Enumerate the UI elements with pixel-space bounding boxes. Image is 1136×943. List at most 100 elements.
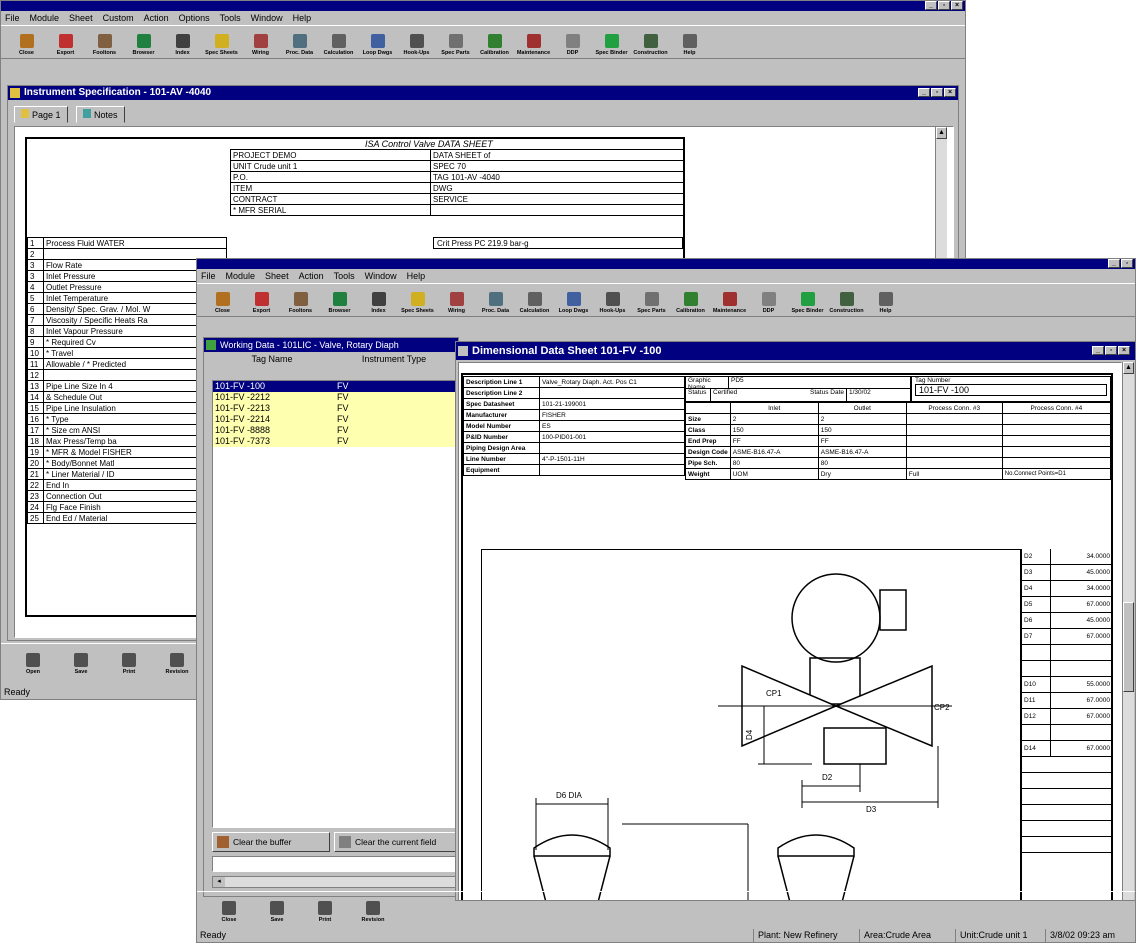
dds-field-value[interactable]: ES (539, 420, 685, 432)
process-conn-3-value[interactable] (905, 435, 1003, 447)
toolbar-index-button[interactable]: Index (163, 34, 202, 56)
spec-header-right[interactable] (430, 204, 685, 216)
working-data-input[interactable] (212, 856, 456, 872)
close-icon[interactable]: × (944, 88, 956, 97)
dimension-row[interactable]: D3 45.0000 (1022, 565, 1113, 581)
toolbar-wiring-button[interactable]: Wiring (437, 292, 476, 314)
toolbar-close-button[interactable]: Close (203, 292, 242, 314)
outlet-value[interactable]: FF (817, 435, 907, 447)
scroll-up-icon[interactable]: ▲ (1123, 362, 1134, 374)
revision-button[interactable]: Revision (351, 900, 395, 923)
menu-file[interactable]: File (5, 13, 20, 23)
dimension-row[interactable]: D5 67.0000 (1022, 597, 1113, 613)
spec-header-left[interactable]: PROJECT DEMO (230, 149, 431, 161)
spec-header-right[interactable]: SPEC 70 (430, 160, 685, 172)
toolbar-toolbox-button[interactable]: Fooltons (85, 34, 124, 56)
minimize-icon[interactable]: _ (925, 1, 937, 10)
dimension-row[interactable] (1022, 661, 1113, 677)
scroll-thumb[interactable] (1123, 602, 1134, 692)
toolbar-wiring-button[interactable]: Wiring (241, 34, 280, 56)
dds-field-value[interactable]: 101-21-199001 (539, 398, 685, 410)
menu-tools[interactable]: Tools (220, 13, 241, 23)
working-data-row[interactable]: 101-FV -2212 FV (213, 392, 455, 403)
toolbar-export-button[interactable]: Export (242, 292, 281, 314)
menu-module[interactable]: Module (226, 271, 256, 281)
outlet-value[interactable]: Dry (817, 468, 907, 480)
restore-icon[interactable]: ▫ (938, 1, 950, 10)
dds-field-value[interactable] (539, 387, 685, 399)
dimension-row[interactable] (1022, 645, 1113, 661)
menu-window[interactable]: Window (365, 271, 397, 281)
minimize-icon[interactable]: _ (1092, 346, 1104, 355)
inlet-value[interactable]: 150 (729, 424, 819, 436)
toolbar-construction-button[interactable]: Construction (827, 292, 866, 314)
outlet-value[interactable]: 150 (817, 424, 907, 436)
restore-icon[interactable]: ▫ (1105, 346, 1117, 355)
dds-field-value[interactable]: Valve_Rotary Diaph. Act. Pos C1 (539, 376, 685, 388)
print-button[interactable]: Print (107, 652, 151, 675)
menu-module[interactable]: Module (30, 13, 60, 23)
spec-header-right[interactable]: DWG (430, 182, 685, 194)
clear-field-button[interactable]: Clear the current field (334, 832, 456, 852)
toolbar-loop-drawings-button[interactable]: Loop Dwgs (554, 292, 593, 314)
toolbar-ddp-button[interactable]: DDP (749, 292, 788, 314)
toolbar-browser-button[interactable]: Browser (124, 34, 163, 56)
revision-button[interactable]: Revision (155, 652, 199, 675)
close-icon[interactable]: × (1118, 346, 1130, 355)
scroll-left-icon[interactable]: ◂ (213, 877, 225, 887)
process-conn-4-value[interactable] (1001, 457, 1112, 469)
dimension-row[interactable] (1022, 725, 1113, 741)
spec-header-left[interactable]: P.O. (230, 171, 431, 183)
open-button[interactable]: Open (11, 652, 55, 675)
menu-custom[interactable]: Custom (103, 13, 134, 23)
process-conn-3-value[interactable] (905, 424, 1003, 436)
spec-row-label[interactable]: Process Fluid WATER (43, 237, 227, 249)
toolbar-hook-ups-button[interactable]: Hook-Ups (593, 292, 632, 314)
toolbar-calculation-button[interactable]: Calculation (319, 34, 358, 56)
close-icon[interactable]: × (951, 1, 963, 10)
close-button[interactable]: Close (207, 900, 251, 923)
toolbar-spec-parts-button[interactable]: Spec Parts (436, 34, 475, 56)
toolbar-calculation-button[interactable]: Calculation (515, 292, 554, 314)
inlet-value[interactable]: ASME-B16.47-A (729, 446, 819, 458)
toolbar-maintenance-button[interactable]: Maintenance (514, 34, 553, 56)
dimension-row[interactable]: D6 45.0000 (1022, 613, 1113, 629)
toolbar-hook-ups-button[interactable]: Hook-Ups (397, 34, 436, 56)
inlet-value[interactable]: UOM (729, 468, 819, 480)
minimize-icon[interactable]: _ (1108, 259, 1120, 268)
spec-header-right[interactable]: DATA SHEET of (430, 149, 685, 161)
menu-window[interactable]: Window (251, 13, 283, 23)
toolbar-maintenance-button[interactable]: Maintenance (710, 292, 749, 314)
toolbar-process-data-button[interactable]: Proc. Data (280, 34, 319, 56)
status-value[interactable]: Certified (710, 389, 796, 401)
toolbar-spec-binder-button[interactable]: Spec Binder (788, 292, 827, 314)
horizontal-scrollbar[interactable]: ◂ (212, 876, 456, 888)
process-conn-4-value[interactable]: No.Connect Points=D1 (1001, 468, 1112, 480)
tab-notes[interactable]: Notes (76, 106, 125, 123)
toolbar-spec-parts-button[interactable]: Spec Parts (632, 292, 671, 314)
inlet-value[interactable]: 80 (729, 457, 819, 469)
inlet-value[interactable]: 2 (729, 413, 819, 425)
process-conn-4-value[interactable] (1001, 424, 1112, 436)
process-conn-4-value[interactable] (1001, 435, 1112, 447)
dds-vertical-scrollbar[interactable]: ▲ (1122, 362, 1134, 900)
scroll-up-icon[interactable]: ▲ (936, 127, 947, 139)
dds-field-value[interactable]: FISHER (539, 409, 685, 421)
working-data-row[interactable]: 101-FV -7373 FV (213, 436, 455, 447)
toolbar-process-data-button[interactable]: Proc. Data (476, 292, 515, 314)
toolbar-spec-binder-button[interactable]: Spec Binder (592, 34, 631, 56)
menu-help[interactable]: Help (407, 271, 426, 281)
process-conn-3-value[interactable] (905, 413, 1003, 425)
menu-sheet[interactable]: Sheet (69, 13, 93, 23)
tab-page-1[interactable]: Page 1 (14, 106, 68, 123)
toolbar-calibration-button[interactable]: Calibration (475, 34, 514, 56)
clear-buffer-button[interactable]: Clear the buffer (212, 832, 330, 852)
graphic-name-value[interactable]: PD5 (728, 377, 910, 388)
dds-field-value[interactable]: 4"-P-1501-11H (539, 453, 685, 465)
crit-press-value[interactable]: Crit Press PC 219.9 bar-g (433, 237, 683, 249)
menu-help[interactable]: Help (293, 13, 312, 23)
toolbar-loop-drawings-button[interactable]: Loop Dwgs (358, 34, 397, 56)
toolbar-spec-sheets-button[interactable]: Spec Sheets (398, 292, 437, 314)
spec-header-left[interactable]: CONTRACT (230, 193, 431, 205)
working-data-row[interactable]: 101-FV -100 FV (213, 381, 455, 392)
